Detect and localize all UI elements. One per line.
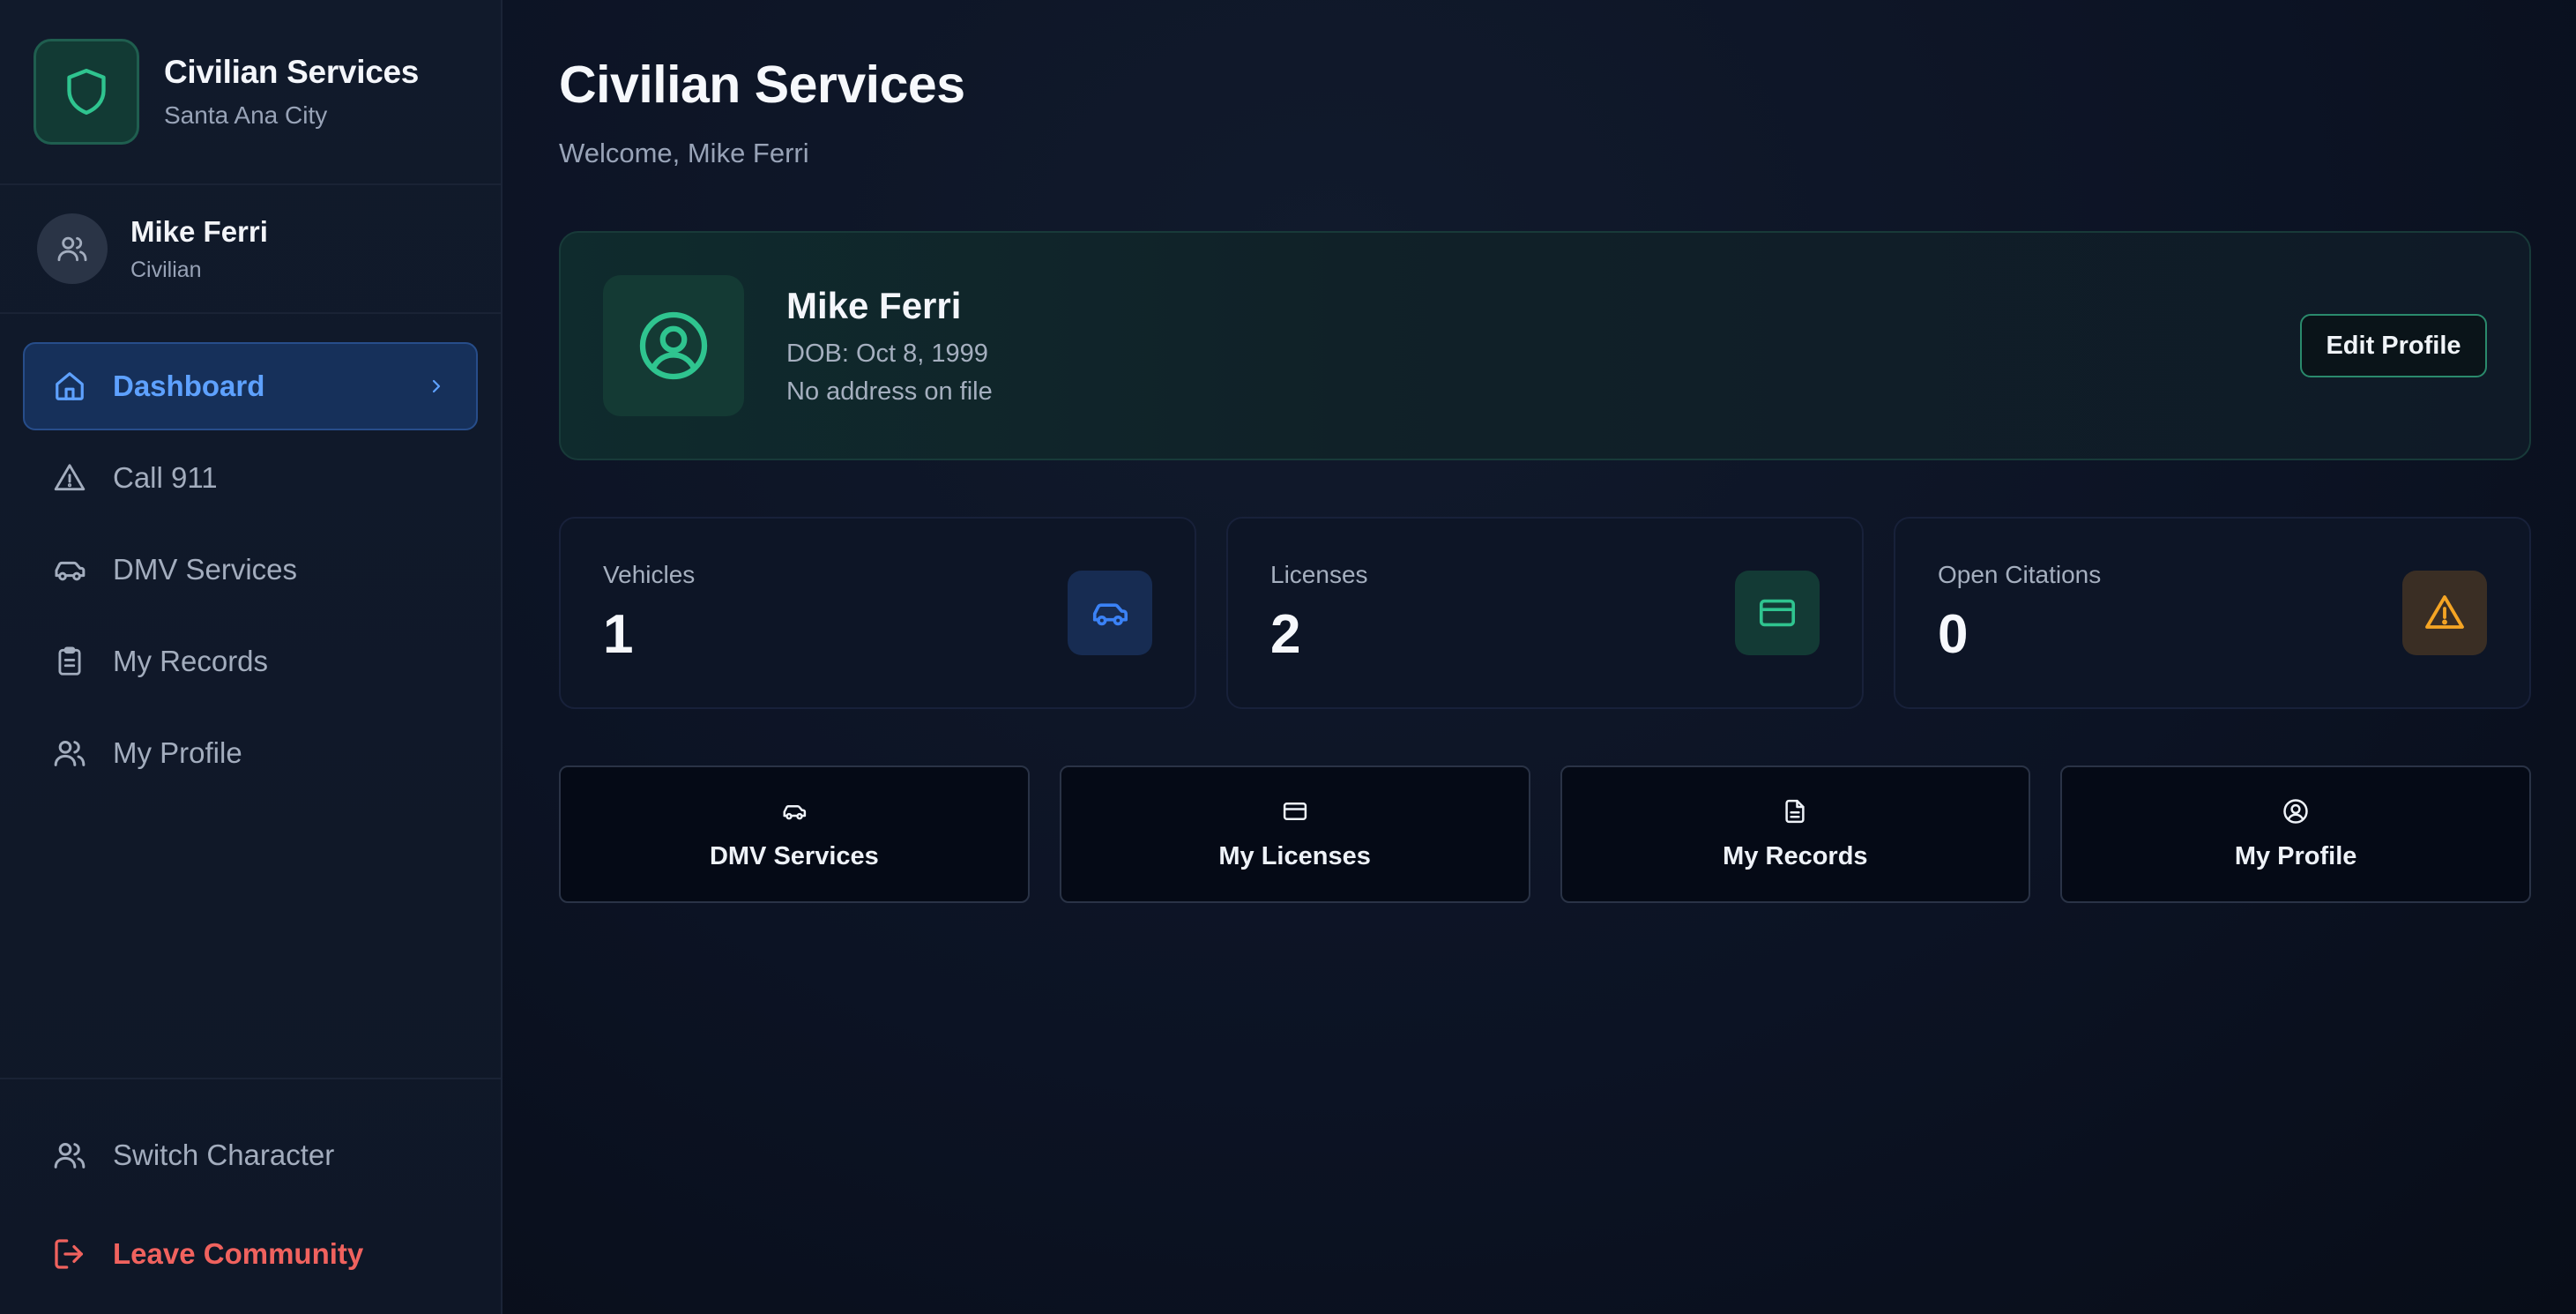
profile-card: Mike Ferri DOB: Oct 8, 1999 No address o… xyxy=(559,231,2531,460)
profile-name: Mike Ferri xyxy=(786,285,962,326)
user-name: Mike Ferri xyxy=(130,214,268,248)
stat-card-open-citations: Open Citations 0 xyxy=(1894,517,2531,709)
sidebar-item-dashboard[interactable]: Dashboard xyxy=(23,342,478,430)
alert-triangle-icon xyxy=(51,459,88,496)
sidebar-item-label: My Profile xyxy=(113,736,242,769)
sidebar-item-label: DMV Services xyxy=(113,553,298,586)
users-icon xyxy=(51,1137,88,1174)
user-role: Civilian xyxy=(130,257,202,282)
sidebar-item-label: My Records xyxy=(113,645,269,677)
switch-character-label: Switch Character xyxy=(113,1139,335,1171)
welcome-text: Welcome, Mike Ferri xyxy=(559,138,809,168)
stat-card-vehicles: Vehicles 1 xyxy=(559,517,1196,709)
switch-character-button[interactable]: Switch Character xyxy=(23,1111,478,1199)
stat-label: Vehicles xyxy=(603,560,696,588)
logout-icon xyxy=(51,1236,88,1273)
app-subtitle: Santa Ana City xyxy=(164,101,328,129)
page-title: Civilian Services xyxy=(559,56,965,114)
leave-community-button[interactable]: Leave Community xyxy=(23,1210,478,1298)
user-circle-icon xyxy=(2282,798,2309,825)
sidebar-item-my-records[interactable]: My Records xyxy=(23,617,478,706)
quick-action-label: My Licenses xyxy=(1218,841,1371,870)
sidebar-item-call-911[interactable]: Call 911 xyxy=(23,434,478,522)
credit-card-icon xyxy=(1282,798,1308,825)
edit-profile-button[interactable]: Edit Profile xyxy=(2300,314,2487,377)
quick-action-label: My Records xyxy=(1723,841,1868,870)
shield-icon xyxy=(34,39,139,145)
car-icon xyxy=(1068,571,1152,655)
quick-action-dmv-services[interactable]: DMV Services xyxy=(559,765,1030,903)
stat-value: 2 xyxy=(1270,603,1301,665)
sidebar-footer: Switch Character Leave Community xyxy=(0,1078,501,1314)
stat-label: Licenses xyxy=(1270,560,1368,588)
stat-value: 1 xyxy=(603,603,634,665)
stat-label: Open Citations xyxy=(1938,560,2102,588)
alert-triangle-icon xyxy=(2402,571,2487,655)
stat-value: 0 xyxy=(1938,603,1969,665)
current-user: Mike Ferri Civilian xyxy=(0,185,501,314)
file-text-icon xyxy=(1782,798,1808,825)
chevron-right-icon xyxy=(423,373,450,399)
app-title: Civilian Services xyxy=(164,54,420,90)
sidebar: Civilian Services Santa Ana City Mike Fe… xyxy=(0,0,503,1314)
sidebar-nav: Dashboard Call 911 DMV Services My Recor… xyxy=(0,314,501,797)
quick-action-my-records[interactable]: My Records xyxy=(1560,765,2031,903)
quick-action-my-profile[interactable]: My Profile xyxy=(2060,765,2531,903)
sidebar-item-my-profile[interactable]: My Profile xyxy=(23,709,478,797)
quick-actions: DMV Services My Licenses My Records My P… xyxy=(559,765,2531,903)
credit-card-icon xyxy=(1735,571,1820,655)
quick-action-label: My Profile xyxy=(2234,841,2357,870)
sidebar-item-label: Dashboard xyxy=(113,370,265,402)
profile-dob: DOB: Oct 8, 1999 xyxy=(786,340,988,368)
home-icon xyxy=(51,368,88,405)
car-icon xyxy=(51,551,88,588)
clipboard-icon xyxy=(51,643,88,680)
users-icon xyxy=(51,735,88,772)
quick-action-my-licenses[interactable]: My Licenses xyxy=(1059,765,1530,903)
sidebar-item-label: Call 911 xyxy=(113,461,218,494)
profile-address: No address on file xyxy=(786,377,993,406)
users-icon xyxy=(37,213,108,284)
sidebar-item-dmv-services[interactable]: DMV Services xyxy=(23,526,478,614)
stats-row: Vehicles 1 Licenses 2 Open Citations 0 xyxy=(559,517,2531,709)
main-content: Civilian Services Welcome, Mike Ferri Mi… xyxy=(503,0,2576,1314)
leave-community-label: Leave Community xyxy=(113,1237,364,1270)
brand-header: Civilian Services Santa Ana City xyxy=(0,0,501,185)
user-circle-icon xyxy=(603,275,744,416)
app-root: Civilian Services Santa Ana City Mike Fe… xyxy=(0,0,2576,1314)
quick-action-label: DMV Services xyxy=(709,841,879,870)
stat-card-licenses: Licenses 2 xyxy=(1226,517,1864,709)
car-icon xyxy=(781,798,808,825)
